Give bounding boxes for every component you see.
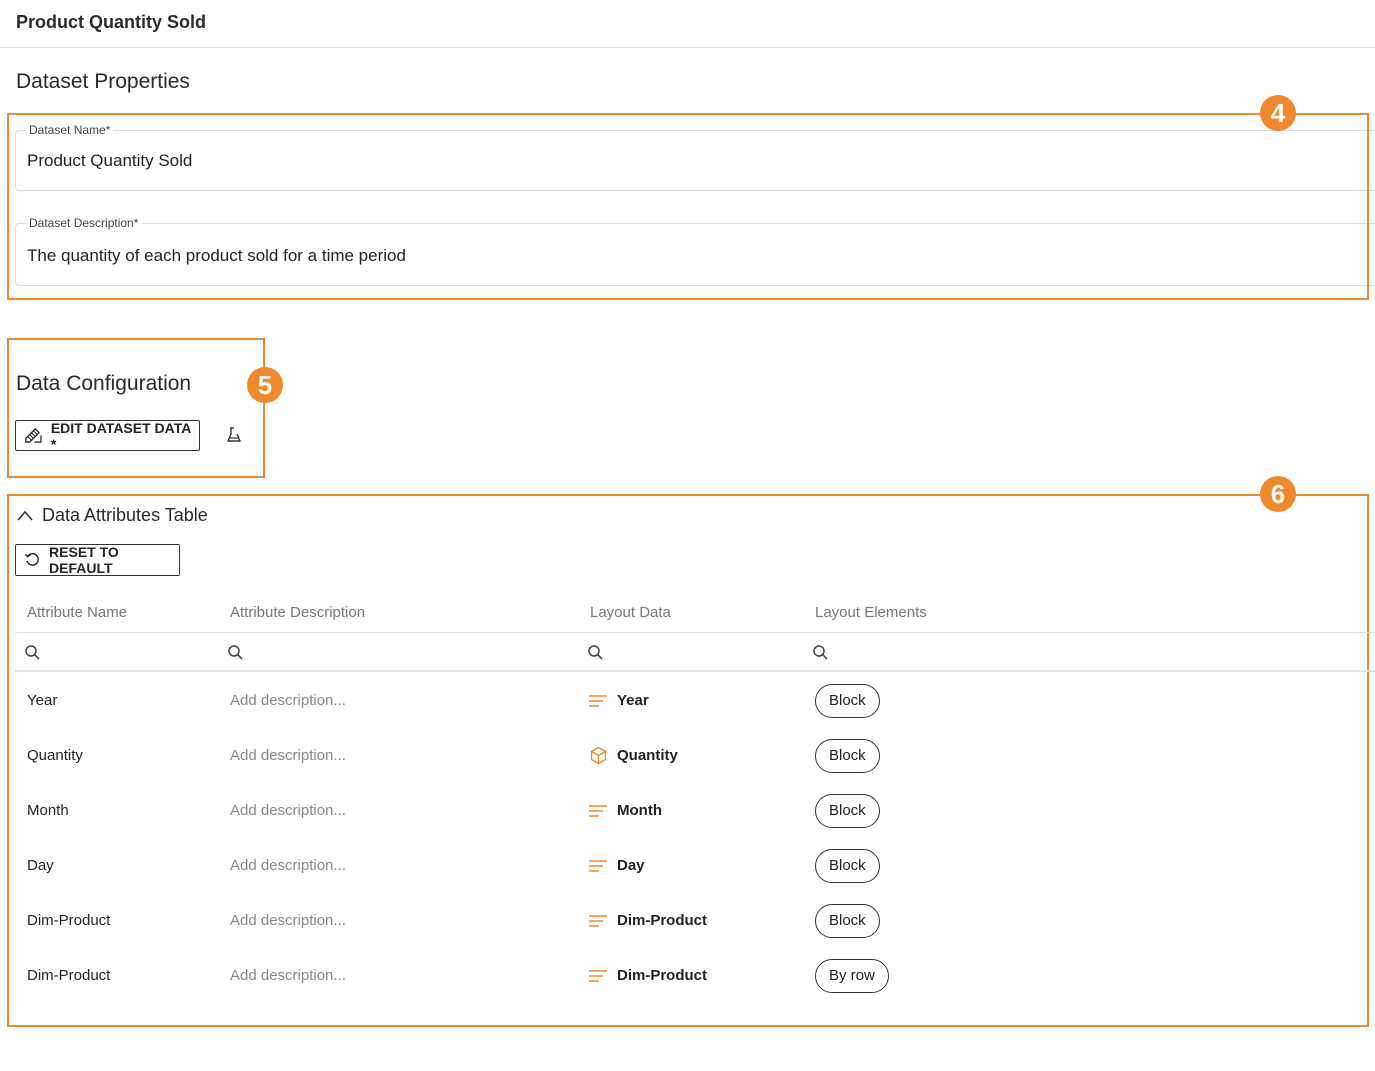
column-header-attribute-name[interactable]: Attribute Name [27,604,127,621]
callout-badge-5: 5 [247,367,283,403]
lines-icon [589,914,607,927]
lines-icon [589,804,607,817]
layout-element-chip[interactable]: Block [815,738,880,773]
table-row[interactable]: Dim-Product Add description... Dim-Produ… [0,948,1375,1003]
layout-element-cell: Block [815,673,880,728]
attribute-description-cell[interactable]: Add description... [230,783,346,838]
lines-icon [589,859,607,872]
layout-element-chip[interactable]: By row [815,958,889,993]
layout-data-cell: Dim-Product [589,948,707,1003]
layout-data-label: Dim-Product [617,912,707,929]
layout-element-cell: Block [815,838,880,893]
attribute-name-cell: Month [27,802,69,819]
reset-icon [24,553,39,566]
table-row[interactable]: Month Add description... Month Block [0,783,1375,838]
flask-icon[interactable] [225,426,243,444]
layout-data-label: Dim-Product [617,967,707,984]
callout-box-4 [7,113,1369,300]
reset-to-default-button[interactable]: RESET TO DEFAULT [15,544,180,576]
attribute-name-cell: Dim-Product [27,967,111,984]
layout-data-label: Quantity [617,747,678,764]
table-header-divider [15,632,1375,633]
callout-badge-4: 4 [1260,95,1296,131]
dataset-properties-title: Dataset Properties [16,70,190,93]
page-title: Product Quantity Sold [16,12,207,32]
attribute-description-cell[interactable]: Add description... [230,728,346,783]
cube-icon [590,746,607,765]
attribute-description-cell[interactable]: Add description... [230,838,346,893]
table-filter-divider [15,670,1375,672]
layout-data-cell: Month [589,783,662,838]
attribute-name-cell: Quantity [27,747,83,764]
table-row[interactable]: Dim-Product Add description... Dim-Produ… [0,893,1375,948]
layout-element-chip[interactable]: Block [815,793,880,828]
attribute-name-cell: Day [27,857,54,874]
lines-icon [589,969,607,982]
callout-box-5 [7,338,265,478]
table-row[interactable]: Quantity Add description... Quantity Blo… [0,728,1375,783]
attribute-description-cell[interactable]: Add description... [230,673,346,728]
attribute-description-cell[interactable]: Add description... [230,893,346,948]
attribute-name-cell: Dim-Product [27,912,111,929]
attributes-table-title: Data Attributes Table [42,505,208,525]
pencil-ruler-icon [25,427,42,443]
column-header-attribute-description[interactable]: Attribute Description [230,604,365,621]
attributes-accordion-header[interactable]: Data Attributes Table [16,505,208,526]
search-icon[interactable] [227,644,244,661]
layout-data-cell: Dim-Product [589,893,707,948]
layout-element-cell: By row [815,948,889,1003]
attribute-description-cell[interactable]: Add description... [230,948,346,1003]
table-row[interactable]: Day Add description... Day Block [0,838,1375,893]
column-header-layout-data[interactable]: Layout Data [590,604,671,621]
layout-data-label: Year [617,692,649,709]
layout-data-label: Day [617,857,645,874]
top-bar: Product Quantity Sold [0,0,1375,48]
lines-icon [589,694,607,707]
layout-element-cell: Block [815,783,880,838]
layout-data-cell: Quantity [589,728,678,783]
layout-data-label: Month [617,802,662,819]
search-icon[interactable] [24,644,41,661]
layout-element-cell: Block [815,728,880,783]
chevron-up-icon [17,510,33,521]
edit-dataset-data-button[interactable]: EDIT DATASET DATA * [15,419,200,452]
layout-data-cell: Year [589,673,649,728]
reset-to-default-label: RESET TO DEFAULT [49,544,119,576]
layout-element-chip[interactable]: Block [815,683,880,718]
search-icon[interactable] [812,644,829,661]
callout-badge-6: 6 [1260,476,1296,512]
search-icon[interactable] [587,644,604,661]
layout-element-chip[interactable]: Block [815,903,880,938]
layout-data-cell: Day [589,838,645,893]
table-row[interactable]: Year Add description... Year Block [0,673,1375,728]
layout-element-chip[interactable]: Block [815,848,880,883]
column-header-layout-elements[interactable]: Layout Elements [815,604,927,621]
edit-dataset-data-label: EDIT DATASET DATA * [50,419,191,452]
layout-element-cell: Block [815,893,880,948]
data-configuration-title: Data Configuration [16,372,192,395]
attribute-name-cell: Year [27,692,58,709]
